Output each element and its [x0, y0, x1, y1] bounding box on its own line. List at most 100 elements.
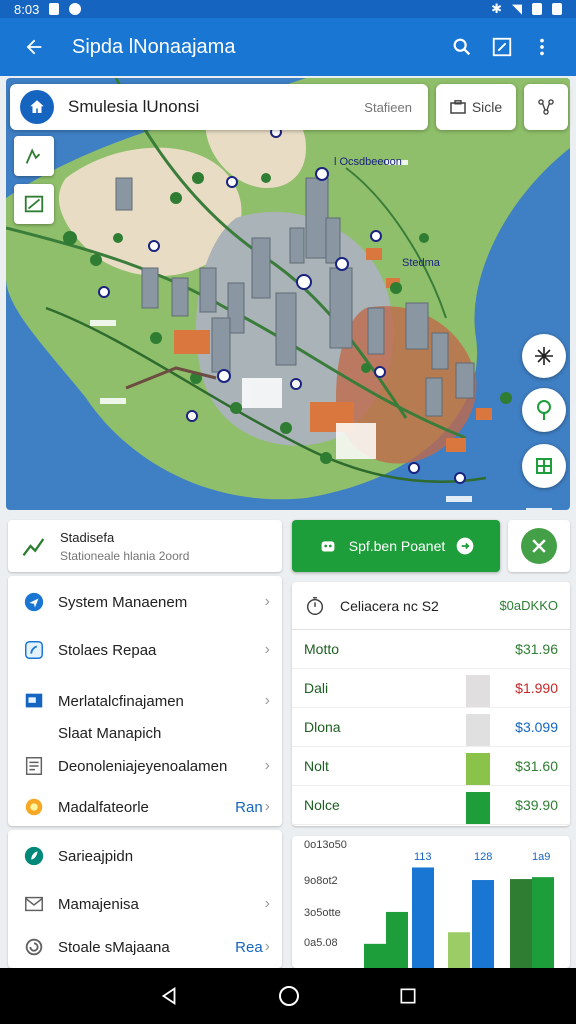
menu-item-data[interactable]: Madalfateorle Ran › — [8, 788, 282, 826]
arrow-back-icon — [26, 39, 42, 55]
cost-panel-title: Celiacera nc S2 — [340, 597, 439, 614]
document-icon — [22, 754, 46, 778]
menu-item-service[interactable]: Sarieajpidn — [8, 830, 282, 882]
status-time: 8:03 — [14, 1, 40, 17]
statistics-title: Stadisefa — [60, 529, 115, 545]
menu-item-documents[interactable]: Deonoleniajeyenoalamen › — [8, 744, 282, 788]
bar-data-label: 113 — [414, 851, 432, 863]
cost-row-name: Motto — [304, 641, 340, 657]
measure-tool-button[interactable] — [14, 184, 54, 224]
swirl-icon — [22, 935, 46, 959]
search-button[interactable] — [442, 27, 482, 67]
map-label-north: l Ocsdbeeoon — [334, 156, 402, 168]
location-button[interactable] — [522, 388, 566, 432]
pen-icon — [25, 148, 41, 164]
cost-row[interactable]: Dali $1.990 — [292, 669, 570, 708]
cost-row[interactable]: Nolt $31.60 — [292, 747, 570, 786]
cost-row-bar — [466, 792, 490, 824]
chart-bar — [448, 932, 470, 968]
wifi-icon: ◥ — [512, 1, 522, 16]
chevron-right-icon: › — [264, 757, 270, 774]
search-query[interactable]: Smulesia lUnonsi — [68, 97, 364, 117]
app-bar: Sipda lNonaajama — [0, 18, 576, 76]
y-tick-label: 3o5otte — [304, 907, 341, 919]
sim-icon — [49, 3, 60, 15]
menu-item-reports[interactable]: Stolaes Repaa › — [8, 628, 282, 672]
city-map[interactable] — [6, 78, 570, 510]
cost-row-value: $3.099 — [515, 719, 558, 735]
network-icon — [538, 99, 554, 115]
cost-row-bar — [466, 753, 490, 785]
cost-row-value: $31.96 — [515, 641, 558, 657]
grid-icon — [536, 458, 552, 474]
y-tick-label: 0a5.08 — [304, 937, 338, 949]
system-navigation-bar — [0, 968, 576, 1024]
compass-button[interactable] — [522, 334, 566, 378]
ruler-icon — [24, 195, 44, 213]
search-hint: Stafieen — [364, 99, 412, 115]
menu-item-management[interactable]: Mamajenisa › — [8, 882, 282, 926]
map-label-east: Stedma — [402, 257, 440, 269]
cost-row[interactable]: Nolce $39.90 — [292, 786, 570, 825]
cost-row[interactable]: Motto $31.96 — [292, 630, 570, 669]
menu-item-tag: Ran — [235, 798, 263, 816]
cost-row-bar — [466, 675, 490, 707]
menu-item-tag: Rea — [235, 938, 263, 956]
chart-bar — [386, 911, 408, 968]
app-title: Sipda lNonaajama — [72, 35, 236, 58]
chart-bar — [472, 880, 494, 968]
tools-button[interactable] — [508, 520, 570, 572]
menu-item-label: Sarieajpidn — [58, 847, 134, 865]
menu-item-label: Mamajenisa — [58, 895, 139, 913]
compass-icon — [535, 347, 553, 365]
bluetooth-icon: ✱ — [491, 1, 502, 16]
menu-item-label: Stolaes Repaa — [58, 641, 157, 659]
cost-row-value: $39.90 — [515, 797, 558, 813]
coin-icon — [22, 795, 46, 819]
menu-item-label: System Manaenem — [58, 593, 188, 611]
mail-icon — [22, 892, 46, 916]
share-button[interactable] — [524, 84, 568, 130]
y-tick-label: 9o8ot2 — [304, 875, 338, 887]
menu-item-label: Madalfateorle — [58, 798, 149, 816]
menu-item-material[interactable]: Merlatalcfinajamen › — [8, 672, 282, 722]
secondary-menu: Sarieajpidn Mamajenisa › Stoale sMajaana… — [8, 830, 282, 968]
back-button[interactable] — [14, 27, 54, 67]
menu-item-label: Deonoleniajeyenoalamen — [58, 757, 228, 775]
edit-icon — [492, 37, 512, 57]
menu-item-subtitle: Slaat Manapich — [8, 722, 282, 744]
home-icon[interactable] — [20, 90, 54, 124]
nav-back-icon[interactable] — [158, 985, 180, 1007]
menu-item-label: Slaat Manapich — [58, 724, 162, 742]
statistics-card[interactable]: Stadisefa Stationeale hlania 2oord — [8, 520, 282, 572]
nav-home-icon[interactable] — [277, 984, 301, 1008]
layers-button[interactable] — [522, 444, 566, 488]
draw-tool-button[interactable] — [14, 136, 54, 176]
image-icon — [22, 689, 46, 713]
tools-icon — [532, 539, 546, 553]
map-search-bar[interactable]: Smulesia lUnonsi Stafieen — [10, 84, 428, 130]
menu-item-label: Merlatalcfinajamen — [58, 692, 184, 710]
nav-recents-icon[interactable] — [398, 986, 418, 1006]
shield-icon — [22, 638, 46, 662]
more-button[interactable] — [522, 27, 562, 67]
cost-panel-header: Celiacera nc S2 $0aDKKO — [292, 582, 570, 630]
cost-row-bar — [466, 714, 490, 746]
cost-row-value: $31.60 — [515, 758, 558, 774]
more-vert-icon — [540, 38, 544, 56]
bar-data-label: 1a9 — [532, 851, 550, 863]
report-button[interactable]: Spf.ben Poanet — [292, 520, 500, 572]
layer-chip[interactable]: Sicle — [436, 84, 516, 130]
chevron-right-icon: › — [264, 593, 270, 610]
battery-icon — [552, 3, 562, 15]
menu-item-system[interactable]: System Manaenem › — [8, 576, 282, 628]
cost-row-value: $1.990 — [515, 680, 558, 696]
bar-chart: 0o13o50 9o8ot2 3o5otte 0a5.08 113 128 1a9 — [292, 836, 570, 968]
menu-item-storage[interactable]: Stoale sMajaana Rea › — [8, 926, 282, 968]
navigation-icon — [22, 590, 46, 614]
chart-leaf-icon — [22, 538, 45, 557]
cost-row[interactable]: Dlona $3.099 — [292, 708, 570, 747]
edit-button[interactable] — [482, 27, 522, 67]
leaf-icon — [22, 844, 46, 868]
timer-icon — [306, 596, 324, 615]
